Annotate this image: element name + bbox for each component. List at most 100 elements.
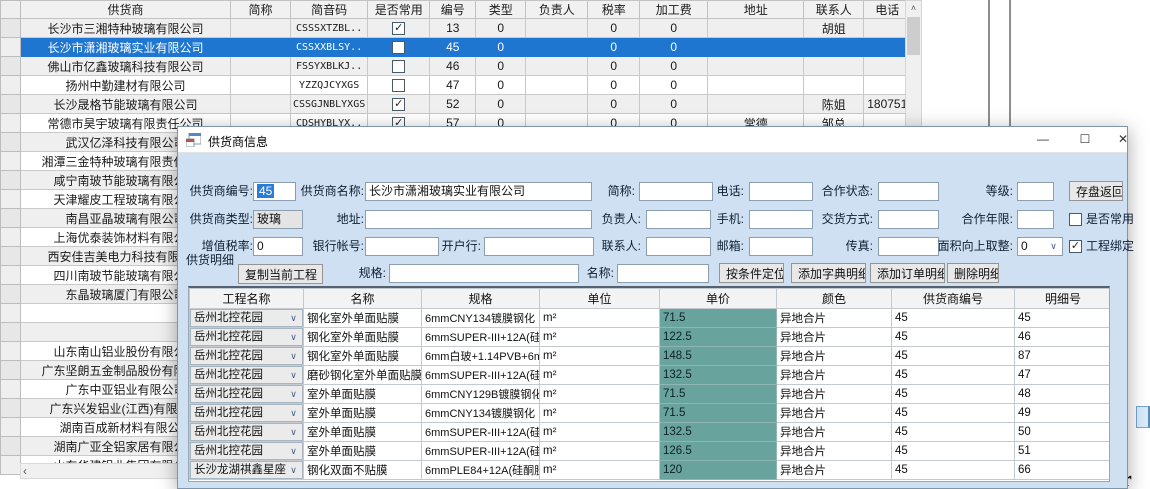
- close-button[interactable]: ✕: [1110, 129, 1136, 150]
- checkbox-icon[interactable]: ✓: [1069, 240, 1082, 253]
- common-checkbox-cell[interactable]: [368, 76, 430, 95]
- grade-input[interactable]: [1017, 182, 1054, 201]
- is-common-checkbox[interactable]: 是否常用: [1069, 210, 1134, 228]
- project-combo[interactable]: 长沙龙湖祺鑫星座∨: [190, 461, 303, 479]
- detail-row[interactable]: 岳州北控花园∨室外单面贴膜6mmCNY129B镀膜钢化m²71.5异地合片454…: [190, 385, 1111, 404]
- detail-row[interactable]: 岳州北控花园∨钢化室外单面贴膜6mmCNY134镀膜钢化m²71.5异地合片45…: [190, 309, 1111, 328]
- common-checkbox-cell[interactable]: [368, 38, 430, 57]
- grid-column-header[interactable]: 单价: [660, 289, 777, 309]
- add-order-detail-button[interactable]: 添加订单明细: [870, 263, 945, 283]
- column-header[interactable]: 电话: [864, 1, 911, 19]
- grid-column-header[interactable]: 颜色: [777, 289, 892, 309]
- checkbox-icon[interactable]: ✓: [392, 98, 405, 111]
- spec-filter-input[interactable]: [389, 264, 579, 283]
- add-dictionary-detail-button[interactable]: 添加字典明细: [791, 263, 866, 283]
- column-header[interactable]: 编号: [430, 1, 476, 19]
- column-header[interactable]: 简音码: [291, 1, 368, 19]
- grid-column-header[interactable]: 单位: [540, 289, 660, 309]
- chevron-down-icon[interactable]: ∨: [286, 463, 301, 478]
- column-header[interactable]: 负责人: [526, 1, 588, 19]
- detail-row[interactable]: 岳州北控花园∨磨砂钢化室外单面贴膜6mmSUPER-III+12A(硅...m²…: [190, 366, 1111, 385]
- detail-row[interactable]: 岳州北控花园∨钢化室外单面贴膜6mm白玻+1.14PVB+6mm...m²148…: [190, 347, 1111, 366]
- chevron-down-icon[interactable]: ∨: [286, 349, 301, 364]
- address-input[interactable]: [365, 210, 592, 229]
- checkbox-icon[interactable]: ✓: [392, 22, 405, 35]
- short-name-input[interactable]: [639, 182, 713, 201]
- principal-input[interactable]: [646, 210, 711, 229]
- coop-status-input[interactable]: [878, 182, 939, 201]
- supplier-row[interactable]: 长沙市潇湘玻璃实业有限公司CSSXXBLSY..45000: [1, 38, 911, 57]
- minimize-button[interactable]: —: [1030, 129, 1056, 150]
- project-combo[interactable]: 岳州北控花园∨: [190, 347, 303, 365]
- coop-years-input[interactable]: [1017, 210, 1054, 229]
- chevron-down-icon[interactable]: ∨: [286, 425, 301, 440]
- email-input[interactable]: [749, 237, 813, 256]
- checkbox-icon[interactable]: [392, 79, 405, 92]
- scrollbar-thumb[interactable]: [907, 17, 920, 55]
- delete-detail-button[interactable]: 删除明细: [947, 263, 999, 283]
- checkbox-icon[interactable]: [392, 60, 405, 73]
- fax-input[interactable]: [878, 237, 939, 256]
- mobile-input[interactable]: [749, 210, 813, 229]
- bank-name-input[interactable]: [484, 237, 594, 256]
- area-round-up-select[interactable]: 0∨: [1017, 237, 1063, 256]
- scroll-up-icon[interactable]: ˄: [906, 1, 921, 16]
- supplier-row[interactable]: 扬州中勤建材有限公司YZZQJCYXGS47000: [1, 76, 911, 95]
- name-filter-input[interactable]: [617, 264, 709, 283]
- dialog-titlebar[interactable]: 供货商信息 — ☐ ✕: [178, 127, 1127, 153]
- detail-row[interactable]: 岳州北控花园∨室外单面贴膜6mmCNY134镀膜钢化m²71.5异地合片4549: [190, 404, 1111, 423]
- column-header[interactable]: 简称: [231, 1, 291, 19]
- project-combo[interactable]: 岳州北控花园∨: [190, 423, 303, 441]
- maximize-button[interactable]: ☐: [1072, 129, 1098, 150]
- supplier-row[interactable]: 长沙晟格节能玻璃有限公司CSSGJNBLYXGS✓52000陈姐180751: [1, 95, 911, 114]
- supplier-row[interactable]: 长沙市三湘特种玻璃有限公司CSSSXTZBL..✓13000胡姐: [1, 19, 911, 38]
- common-checkbox-cell[interactable]: ✓: [368, 19, 430, 38]
- column-header[interactable]: 供货商: [21, 1, 231, 19]
- scroll-left-icon[interactable]: ‹: [23, 464, 27, 479]
- grid-column-header[interactable]: 工程名称: [190, 289, 304, 309]
- supplier-row[interactable]: 佛山市亿鑫玻璃科技有限公司FSSYXBLKJ..46000: [1, 57, 911, 76]
- chevron-down-icon[interactable]: ∨: [286, 406, 301, 421]
- detail-row[interactable]: 岳州北控花园∨钢化室外单面贴膜6mmSUPER-III+12A(硅...m²12…: [190, 328, 1111, 347]
- project-bind-checkbox[interactable]: ✓工程绑定: [1069, 237, 1134, 255]
- common-checkbox-cell[interactable]: ✓: [368, 95, 430, 114]
- column-header[interactable]: 类型: [476, 1, 526, 19]
- column-header[interactable]: 联系人: [804, 1, 864, 19]
- copy-current-project-button[interactable]: 复制当前工程: [238, 264, 323, 284]
- detail-row[interactable]: 岳州北控花园∨室外单面贴膜6mmSUPER-III+12A(硅...m²132.…: [190, 423, 1111, 442]
- project-combo[interactable]: 岳州北控花园∨: [190, 366, 303, 384]
- chevron-down-icon[interactable]: ∨: [1046, 239, 1061, 254]
- contact-input[interactable]: [646, 237, 711, 256]
- delivery-method-input[interactable]: [878, 210, 939, 229]
- save-return-button[interactable]: 存盘返回: [1069, 181, 1123, 201]
- column-header[interactable]: 加工费: [640, 1, 708, 19]
- grid-column-header[interactable]: 供货商编号: [892, 289, 1015, 309]
- project-combo[interactable]: 岳州北控花园∨: [190, 309, 303, 327]
- supplier-name-input[interactable]: 长沙市潇湘玻璃实业有限公司: [365, 182, 592, 201]
- locate-by-condition-button[interactable]: 按条件定位: [719, 263, 784, 283]
- project-combo[interactable]: 岳州北控花园∨: [190, 385, 303, 403]
- chevron-down-icon[interactable]: ∨: [286, 311, 301, 326]
- suppliers-horizontal-scrollbar[interactable]: ‹: [20, 463, 178, 479]
- grid-column-header[interactable]: 规格: [422, 289, 540, 309]
- project-combo[interactable]: 岳州北控花园∨: [190, 404, 303, 422]
- bank-account-input[interactable]: [365, 237, 439, 256]
- chevron-down-icon[interactable]: ∨: [286, 368, 301, 383]
- column-header[interactable]: 地址: [708, 1, 804, 19]
- project-combo[interactable]: 岳州北控花园∨: [190, 442, 303, 460]
- grid-column-header[interactable]: 明细号: [1015, 289, 1111, 309]
- detail-row[interactable]: 长沙龙湖祺鑫星座∨钢化双面不贴膜6mmPLE84+12A(硅酮胶...m²120…: [190, 461, 1111, 480]
- column-header[interactable]: 是否常用: [368, 1, 430, 19]
- detail-row[interactable]: 岳州北控花园∨室外单面贴膜6mmSUPER-III+12A(硅...m²126.…: [190, 442, 1111, 461]
- checkbox-icon[interactable]: [1069, 213, 1082, 226]
- chevron-down-icon[interactable]: ∨: [286, 330, 301, 345]
- chevron-down-icon[interactable]: ∨: [286, 387, 301, 402]
- column-header[interactable]: 税率: [588, 1, 640, 19]
- grid-column-header[interactable]: 名称: [304, 289, 422, 309]
- suppliers-vertical-scrollbar[interactable]: ˄: [905, 0, 922, 134]
- project-combo[interactable]: 岳州北控花园∨: [190, 328, 303, 346]
- checkbox-icon[interactable]: [392, 41, 405, 54]
- common-checkbox-cell[interactable]: [368, 57, 430, 76]
- phone-input[interactable]: [749, 182, 813, 201]
- chevron-down-icon[interactable]: ∨: [286, 444, 301, 459]
